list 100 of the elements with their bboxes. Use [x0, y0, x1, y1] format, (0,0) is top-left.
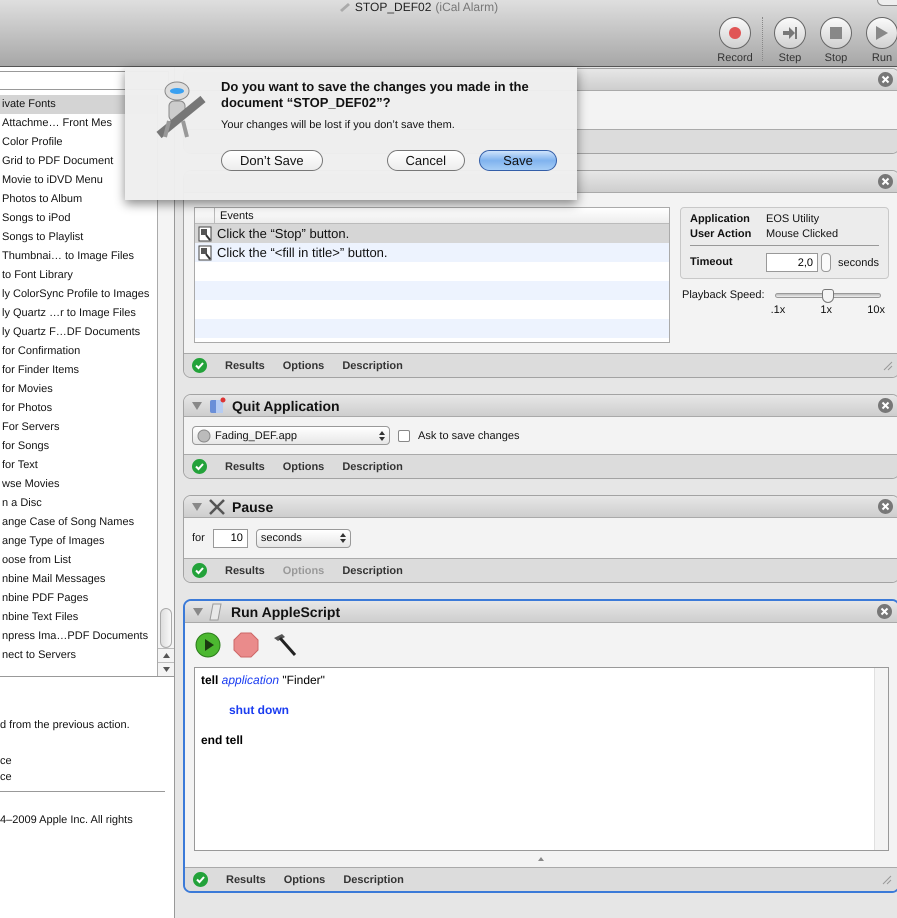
field-label: Application [690, 213, 751, 225]
footer-link[interactable]: Description [342, 460, 403, 472]
footer-link[interactable]: Options [284, 874, 326, 886]
column-header: Events [219, 209, 254, 223]
split-handle-icon[interactable] [538, 857, 544, 861]
field-label: User Action [690, 228, 752, 240]
action-list-item[interactable]: ly ColorSync Profile to Images [0, 285, 157, 304]
action-list-item[interactable]: ange Case of Song Names [0, 513, 157, 532]
close-icon[interactable] [878, 398, 893, 413]
description-text: ce [0, 754, 13, 769]
dialog-message: Do you want to save the changes you made in the document “STOP_DEF02”? [221, 79, 530, 111]
field-label: for [192, 532, 205, 544]
unit-label: seconds [838, 256, 879, 268]
code-line: tell application "Finder" [201, 672, 326, 689]
action-list-item[interactable]: ange Type of Images [0, 532, 157, 551]
slider-thumb[interactable] [822, 289, 834, 303]
checkmark-icon [193, 872, 208, 887]
tick-label: 1x [820, 304, 832, 316]
field-value: EOS Utility [766, 213, 820, 225]
stepper[interactable] [821, 253, 831, 272]
action-list-item[interactable]: Thumbnai… to Image Files [0, 247, 157, 266]
close-icon[interactable] [878, 174, 893, 189]
robot-drawing [155, 79, 207, 141]
run-button[interactable] [195, 632, 221, 658]
step-icon [782, 26, 798, 40]
action-list-item[interactable]: nbine PDF Pages [0, 589, 157, 608]
window-title: STOP_DEF02 [354, 0, 432, 14]
footer-link: Options [282, 564, 324, 576]
checkmark-icon [192, 563, 207, 578]
event-icon [198, 226, 213, 242]
disclosure-triangle-icon[interactable] [193, 608, 203, 616]
unit-popup[interactable]: seconds [256, 528, 351, 548]
checkbox[interactable] [398, 430, 410, 442]
footer-link[interactable]: Description [342, 360, 403, 372]
action-list-item[interactable]: wse Movies [0, 475, 157, 494]
action-list-item[interactable]: oose from List [0, 551, 157, 570]
event-icon [198, 244, 213, 260]
action-list-item[interactable]: Songs to Playlist [0, 228, 157, 247]
action-list-item[interactable]: to Font Library [0, 266, 157, 285]
app-icon [197, 428, 211, 442]
footer-link[interactable]: Description [342, 564, 403, 576]
application-icon [208, 396, 226, 414]
dialog-detail: Your changes will be lost if you don’t save them. [221, 119, 456, 131]
application-popup[interactable]: Fading_DEF.app [192, 426, 390, 445]
play-icon [875, 25, 889, 41]
description-text: ce [0, 770, 13, 785]
close-icon[interactable] [878, 72, 893, 87]
footer-link[interactable]: Options [282, 460, 324, 472]
footer-link[interactable]: Results [225, 564, 265, 576]
action-list-item[interactable]: npress Ima…PDF Documents [0, 627, 157, 646]
dialog-button[interactable]: Don’t Save [221, 150, 323, 171]
tick-label: 10x [867, 304, 885, 316]
disclosure-triangle-icon[interactable] [192, 402, 202, 410]
action-list-item[interactable]: for Movies [0, 380, 157, 399]
action-list-item[interactable]: for Text [0, 456, 157, 475]
updown-arrows-icon [340, 533, 346, 543]
slider-label: Playback Speed: [682, 289, 765, 303]
action-list-item[interactable]: ly Quartz F…DF Documents [0, 323, 157, 342]
resize-grip-icon[interactable] [882, 360, 893, 370]
code-line: shut down [228, 702, 290, 719]
close-icon[interactable] [876, 604, 892, 619]
checkmark-icon [192, 459, 207, 474]
updown-arrows-icon [379, 430, 385, 440]
action-title: Run AppleScript [231, 604, 340, 620]
action-list-item[interactable]: for Confirmation [0, 342, 157, 361]
script-editor[interactable]: tell application "Finder" shut down end tell [194, 667, 889, 851]
timeout-field[interactable]: 2,0 [766, 253, 818, 272]
stop-icon [829, 26, 843, 40]
event-row[interactable]: Click the “Stop” button. [195, 224, 669, 243]
action-list-item[interactable]: Songs to iPod [0, 209, 157, 228]
disclosure-triangle-icon[interactable] [192, 502, 202, 510]
action-list-item[interactable]: n a Disc [0, 494, 157, 513]
event-row[interactable]: Click the “<fill in title>” button. [195, 243, 669, 262]
dialog-button[interactable]: Save [479, 150, 557, 171]
footer-link[interactable]: Description [343, 874, 404, 886]
action-list-item[interactable]: nbine Text Files [0, 608, 157, 627]
window-subtitle: (iCal Alarm) [435, 0, 498, 14]
action-title: Pause [232, 498, 274, 514]
footer-link[interactable]: Results [226, 874, 266, 886]
action-list-item[interactable]: for Songs [0, 437, 157, 456]
duration-field[interactable]: 10 [212, 528, 248, 548]
action-list-item[interactable]: ly Quartz …r to Image Files [0, 304, 157, 323]
action-list-item[interactable]: for Finder Items [0, 361, 157, 380]
footer-link[interactable]: Results [225, 360, 265, 372]
action-list-item[interactable]: for Photos [0, 399, 157, 418]
footer-link[interactable]: Results [225, 460, 265, 472]
record-icon [728, 26, 742, 40]
checkmark-icon [192, 358, 207, 373]
action-list-item[interactable]: nbine Mail Messages [0, 570, 157, 589]
resize-grip-icon[interactable] [882, 874, 892, 884]
checkbox-label: Ask to save changes [418, 430, 520, 442]
description-text: d from the previous action. [0, 718, 131, 733]
action-list-item[interactable]: nect to Servers [0, 646, 157, 665]
crossed-tools-icon [208, 498, 226, 516]
dialog-button[interactable]: Cancel [386, 150, 465, 171]
close-icon[interactable] [878, 499, 893, 514]
action-list-item[interactable]: For Servers [0, 418, 157, 437]
stop-button[interactable] [233, 632, 259, 658]
field-label: Timeout [690, 255, 734, 270]
footer-link[interactable]: Options [282, 360, 324, 372]
